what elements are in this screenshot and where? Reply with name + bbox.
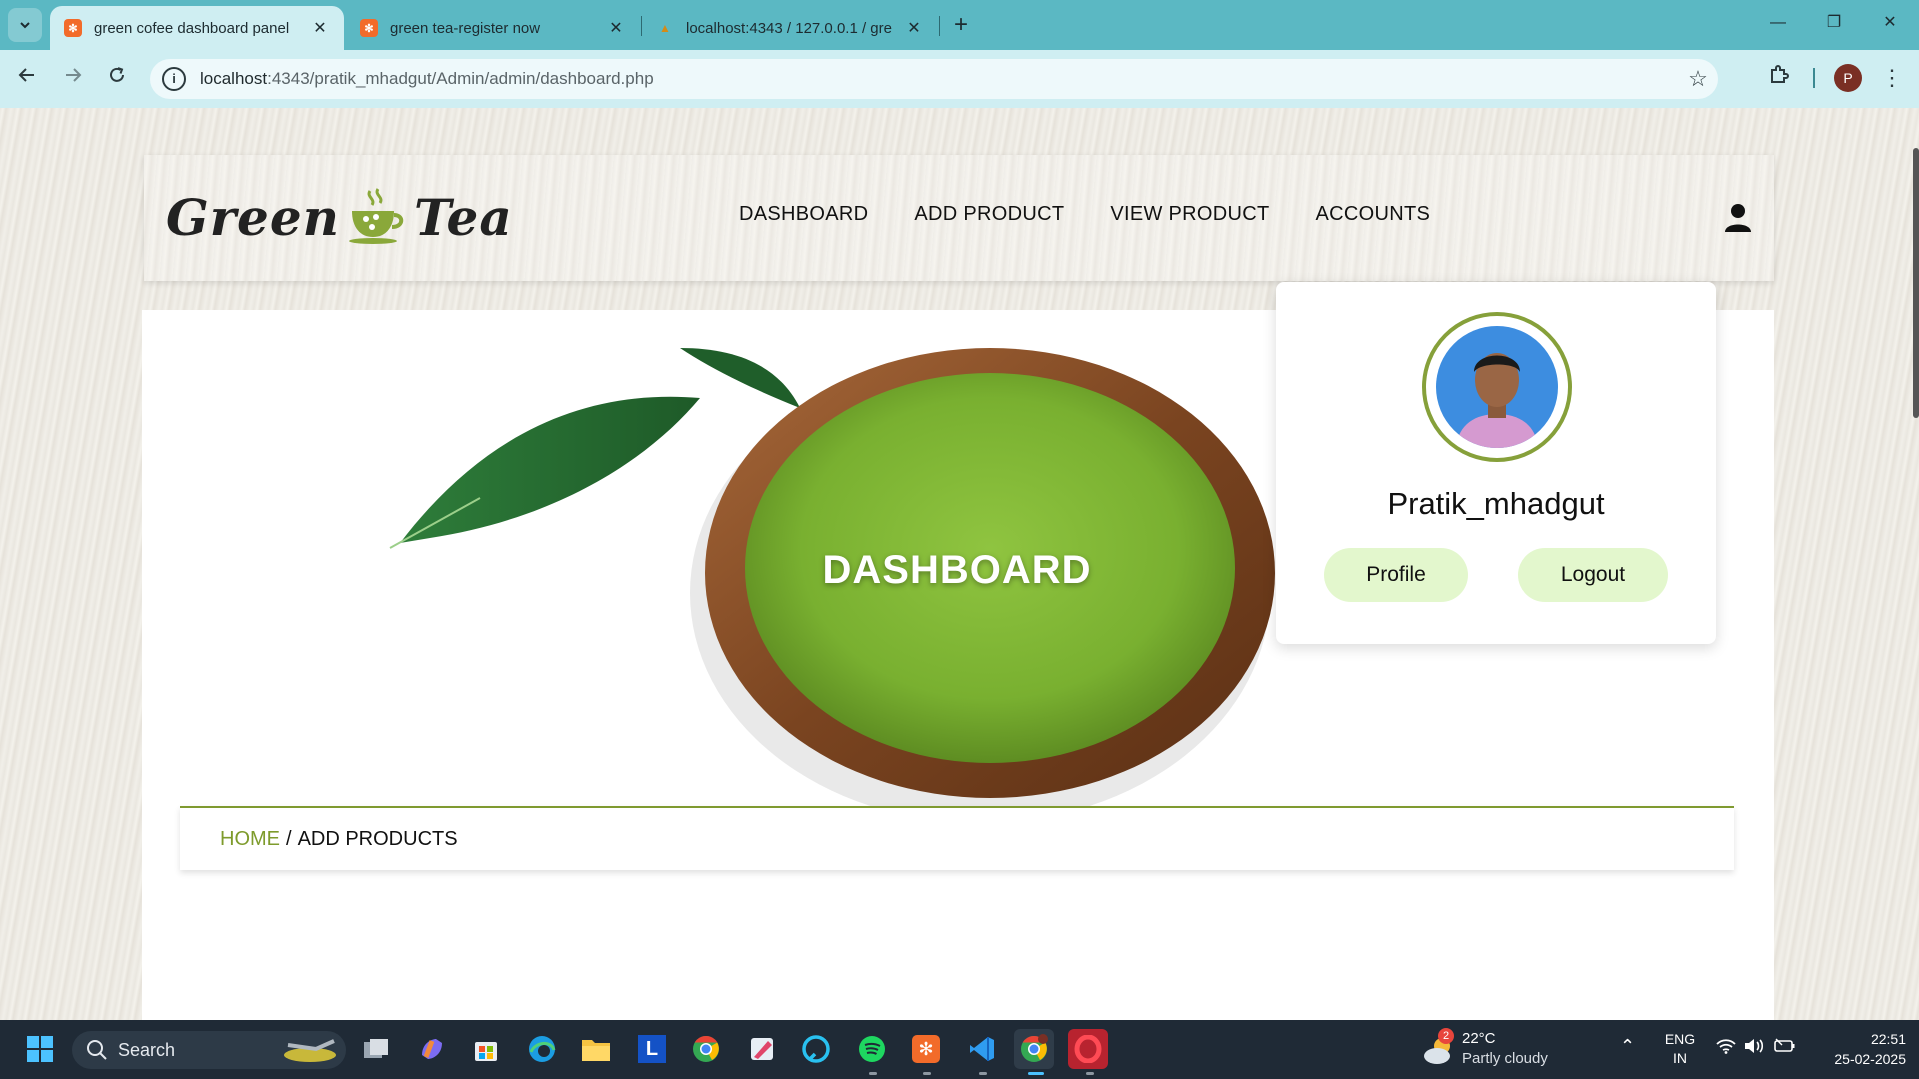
microsoft-store-icon[interactable] [466, 1029, 506, 1069]
logo-word-green: Green [166, 187, 341, 247]
tab-title: green cofee dashboard panel [94, 19, 290, 37]
language-line2: IN [1673, 1050, 1687, 1066]
nav-add-product[interactable]: ADD PRODUCT [914, 203, 1064, 226]
browser-profile-avatar[interactable]: P [1834, 64, 1862, 92]
chevron-up-icon[interactable]: ⌃ [1620, 1036, 1635, 1057]
url-path: :4343/pratik_mhadgut/Admin/admin/dashboa… [267, 69, 654, 88]
copilot-icon[interactable] [412, 1029, 452, 1069]
spotify-icon[interactable] [852, 1029, 892, 1069]
url-text[interactable]: localhost:4343/pratik_mhadgut/Admin/admi… [200, 69, 1678, 89]
weather-temp: 22°C [1462, 1030, 1496, 1047]
weather-badge: 2 [1438, 1028, 1454, 1044]
language-indicator[interactable]: ENG IN [1660, 1031, 1700, 1066]
tea-cup-icon [349, 188, 404, 244]
chevron-down-icon [20, 22, 30, 29]
running-indicator [923, 1072, 931, 1075]
browser-menu-icon[interactable]: ⋮ [1880, 62, 1904, 94]
site-logo[interactable]: Green Tea [166, 177, 513, 257]
clock-time: 22:51 [1870, 1031, 1906, 1047]
browser-toolbar: i localhost:4343/pratik_mhadgut/Admin/ad… [0, 50, 1919, 108]
profile-button[interactable]: Profile [1324, 548, 1468, 602]
task-view-icon[interactable] [356, 1029, 396, 1069]
close-icon[interactable]: ✕ [606, 18, 626, 38]
xampp-icon[interactable]: ✻ [906, 1029, 946, 1069]
opera-icon[interactable] [1068, 1029, 1108, 1069]
chrome-icon[interactable] [686, 1029, 726, 1069]
taskbar-search-label: Search [118, 1039, 176, 1060]
nav-view-product[interactable]: VIEW PRODUCT [1110, 203, 1269, 226]
paint-app-icon[interactable] [742, 1029, 782, 1069]
profile-photo [1436, 326, 1558, 448]
logo-word-tea: Tea [414, 187, 513, 247]
site-header: Green Tea DASHBOARD ADD PRODUCT VIEW PRO… [144, 155, 1774, 281]
close-icon[interactable]: ✕ [310, 18, 330, 38]
profile-avatar [1422, 312, 1572, 462]
phpmyadmin-favicon-icon: ▲ [659, 21, 671, 35]
window-close-icon[interactable]: ✕ [1870, 8, 1910, 38]
wifi-icon[interactable] [1716, 1038, 1736, 1057]
url-host: localhost [200, 69, 268, 88]
volume-icon[interactable] [1744, 1038, 1764, 1057]
nav-accounts[interactable]: ACCOUNTS [1316, 203, 1431, 226]
profile-username: Pratik_mhadgut [1387, 486, 1605, 521]
tab-search-button[interactable] [8, 8, 42, 42]
profile-dropdown: Pratik_mhadgut Profile Logout [1276, 282, 1716, 644]
xampp-favicon-icon: ✻ [360, 19, 378, 37]
alexa-icon[interactable] [796, 1029, 836, 1069]
taskbar-search-box[interactable]: Search [72, 1031, 346, 1069]
vscode-icon[interactable] [962, 1029, 1002, 1069]
forward-button[interactable] [56, 62, 90, 96]
windows-start-icon[interactable] [20, 1029, 60, 1069]
new-tab-button[interactable]: + [946, 10, 976, 40]
toolbar-divider [1813, 68, 1815, 88]
tab-dashboard[interactable]: ✻ green cofee dashboard panel ✕ [50, 6, 344, 50]
search-icon [87, 1040, 107, 1060]
xampp-favicon-icon: ✻ [64, 19, 82, 37]
site-info-icon[interactable]: i [162, 67, 186, 91]
file-explorer-icon[interactable] [576, 1029, 616, 1069]
tab-title: localhost:4343 / 127.0.0.1 / gre [686, 19, 892, 37]
logout-button[interactable]: Logout [1518, 548, 1668, 602]
reload-button[interactable] [100, 62, 134, 96]
breadcrumb-home-link[interactable]: HOME [220, 828, 280, 851]
extensions-puzzle-icon[interactable] [1764, 63, 1794, 93]
tab-phpmyadmin[interactable]: ▲ localhost:4343 / 127.0.0.1 / gre ✕ [642, 6, 938, 50]
running-indicator [869, 1072, 877, 1075]
battery-icon[interactable] [1774, 1038, 1796, 1057]
windows-taskbar: Search L ✻ 2 22°C Partly cloudy ⌃ ENG IN… [0, 1020, 1919, 1079]
active-indicator [1028, 1072, 1044, 1075]
chrome-profile-icon[interactable] [1014, 1029, 1054, 1069]
arrow-right-icon [66, 68, 82, 82]
main-nav: DASHBOARD ADD PRODUCT VIEW PRODUCT ACCOU… [739, 203, 1430, 226]
l-app-icon[interactable]: L [632, 1029, 672, 1069]
breadcrumb-separator: / [286, 827, 292, 850]
bookmark-star-icon[interactable]: ☆ [1678, 66, 1718, 92]
tab-divider [939, 16, 940, 36]
web-page: Green Tea DASHBOARD ADD PRODUCT VIEW PRO… [0, 108, 1919, 1020]
address-bar[interactable]: i localhost:4343/pratik_mhadgut/Admin/ad… [150, 59, 1718, 99]
language-line1: ENG [1664, 1031, 1696, 1047]
back-button[interactable] [10, 62, 44, 96]
breadcrumb: HOME / ADD PRODUCTS [180, 806, 1734, 870]
arrow-left-icon [18, 68, 34, 82]
running-indicator [1086, 1072, 1094, 1075]
reload-icon [110, 67, 124, 82]
browser-tab-bar: ✻ green cofee dashboard panel ✕ ✻ green … [0, 0, 1919, 50]
close-icon[interactable]: ✕ [904, 18, 924, 38]
search-highlight-icon [284, 1039, 336, 1062]
minimize-icon[interactable]: — [1758, 8, 1798, 38]
nav-dashboard[interactable]: DASHBOARD [739, 203, 868, 226]
tab-title: green tea-register now [390, 19, 541, 37]
restore-icon[interactable]: ❐ [1814, 8, 1854, 38]
user-icon[interactable] [1724, 203, 1752, 233]
page-scrollbar[interactable] [1913, 148, 1919, 418]
clock[interactable]: 22:51 25-02-2025 [1806, 1031, 1906, 1067]
tab-register[interactable]: ✻ green tea-register now ✕ [346, 6, 640, 50]
running-indicator [979, 1072, 987, 1075]
breadcrumb-current: ADD PRODUCTS [297, 827, 458, 850]
clock-date: 25-02-2025 [1834, 1051, 1906, 1067]
weather-condition: Partly cloudy [1462, 1050, 1548, 1067]
edge-icon[interactable] [522, 1029, 562, 1069]
